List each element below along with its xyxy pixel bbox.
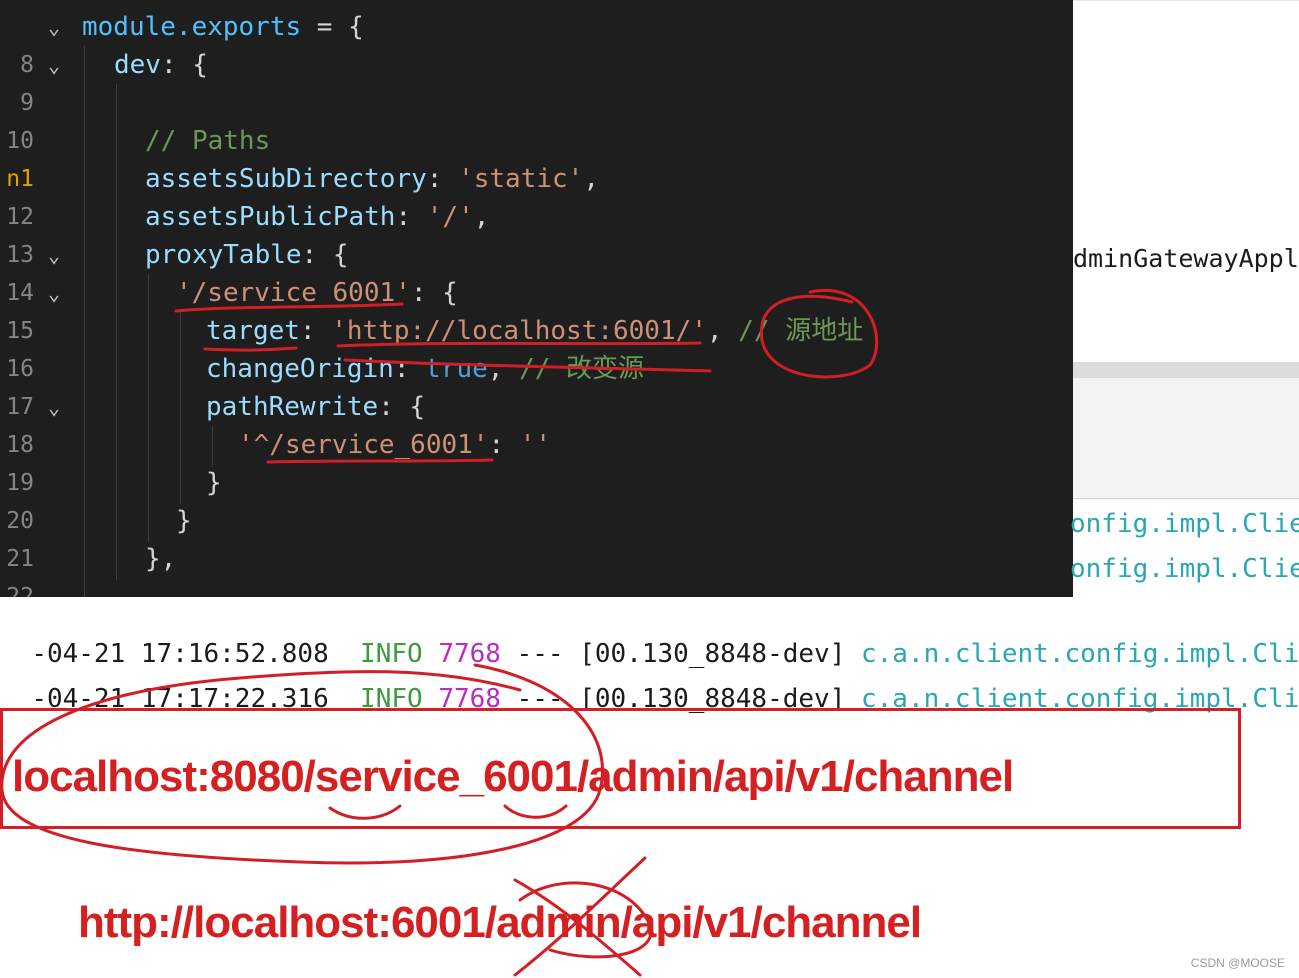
brace-token: : {	[378, 392, 426, 422]
real-url-annotation: http://localhost:6001/admin/api/v1/chann…	[78, 898, 922, 947]
colon-token: :	[395, 202, 427, 232]
code-line-19[interactable]: 19 '^/service_6001': ''	[0, 426, 1073, 496]
empty-string: ''	[519, 430, 552, 460]
code-line-21[interactable]: 21 }	[0, 502, 1073, 572]
assign-brace-token: = {	[301, 12, 364, 42]
background-divider	[1073, 498, 1299, 499]
service-6001-key: '/service_6001'	[176, 278, 411, 308]
code-line-13[interactable]: 13 assetsPublicPath: '/',	[0, 198, 1073, 268]
comma-token: ,	[487, 354, 520, 384]
comma-token: ,	[706, 316, 739, 346]
code-line-15[interactable]: 15 ⌄ '/service_6001': {	[0, 274, 1073, 344]
proxy-table-key: proxyTable	[145, 240, 302, 270]
change-origin-key: changeOrigin	[206, 354, 394, 384]
static-string: 'static'	[458, 164, 584, 194]
code-line-10[interactable]: 10	[0, 84, 1073, 154]
background-window-toolbar	[1073, 362, 1299, 500]
chevron-down-icon[interactable]: ⌄	[48, 236, 60, 274]
console-row: -04-21 17:16:52.808 INFO 7768 --- [00.13…	[0, 594, 1299, 669]
target-key: target	[206, 316, 300, 346]
paths-comment: // Paths	[145, 126, 271, 156]
colon-token: :	[299, 316, 332, 346]
chevron-down-icon[interactable]: ⌄	[48, 274, 60, 312]
source-address-comment: // 源地址	[738, 316, 864, 346]
target-url-string: 'http://localhost:6001/'	[331, 316, 707, 346]
console-row-clipped: onfig.impl.Clie	[1070, 554, 1299, 584]
close-brace-token: },	[145, 544, 177, 574]
browser-url-annotation: localhost:8080/service_6001/admin/api/v1…	[12, 752, 1014, 801]
slash-string: '/'	[426, 202, 474, 232]
assets-public-path-key: assetsPublicPath	[145, 202, 396, 232]
brace-token: : {	[301, 240, 349, 270]
brace-token: : {	[410, 278, 458, 308]
code-line-11[interactable]: n1 // Paths	[0, 122, 1073, 192]
code-line-17[interactable]: 17 changeOrigin: true, // 改变源	[0, 350, 1073, 420]
code-editor[interactable]: 8 ⌄ module.exports = { 9 ⌄ dev: { 10 n1 …	[0, 0, 1073, 597]
colon-token: :	[426, 164, 459, 194]
code-line-16[interactable]: 16 target: 'http://localhost:6001/', // …	[0, 312, 1073, 382]
close-brace-token: }	[176, 506, 192, 536]
code-line-9[interactable]: 9 ⌄ dev: {	[0, 46, 1073, 116]
watermark: CSDN @MOOSE	[1190, 956, 1285, 970]
code-line-22[interactable]: 22 },	[0, 540, 1073, 597]
console-row: -04-21 17:17:22.316 INFO 7768 --- [00.13…	[0, 639, 1299, 714]
background-class-name: dminGatewayAppl	[1073, 244, 1299, 273]
console-row-clipped: onfig.impl.Clie	[1070, 509, 1299, 539]
brace-token: : {	[160, 50, 208, 80]
dev-key-token: dev	[114, 50, 161, 80]
colon-token: :	[393, 354, 426, 384]
comma-token: ,	[583, 164, 599, 194]
code-line-8[interactable]: 8 ⌄ module.exports = {	[0, 8, 1073, 78]
module-exports-token: module.exports	[82, 12, 302, 42]
chevron-down-icon[interactable]: ⌄	[48, 388, 60, 426]
change-origin-comment: // 改变源	[519, 354, 645, 384]
code-line-14[interactable]: 14 ⌄ proxyTable: {	[0, 236, 1073, 306]
code-line-12[interactable]: 12 assetsSubDirectory: 'static',	[0, 160, 1073, 230]
chevron-down-icon[interactable]: ⌄	[48, 46, 60, 84]
comma-token: ,	[473, 202, 490, 232]
path-rewrite-key: pathRewrite	[206, 392, 379, 422]
code-line-20[interactable]: 20 }	[0, 464, 1073, 534]
chevron-down-icon[interactable]: ⌄	[48, 8, 60, 46]
code-line-18[interactable]: 18 ⌄ pathRewrite: {	[0, 388, 1073, 458]
background-window-top	[1073, 0, 1299, 363]
colon-token: :	[488, 430, 520, 460]
assets-subdirectory-key: assetsSubDirectory	[145, 164, 427, 194]
true-keyword: true	[425, 354, 488, 384]
close-brace-token: }	[206, 468, 222, 498]
rewrite-pattern-key: '^/service_6001'	[238, 430, 489, 460]
